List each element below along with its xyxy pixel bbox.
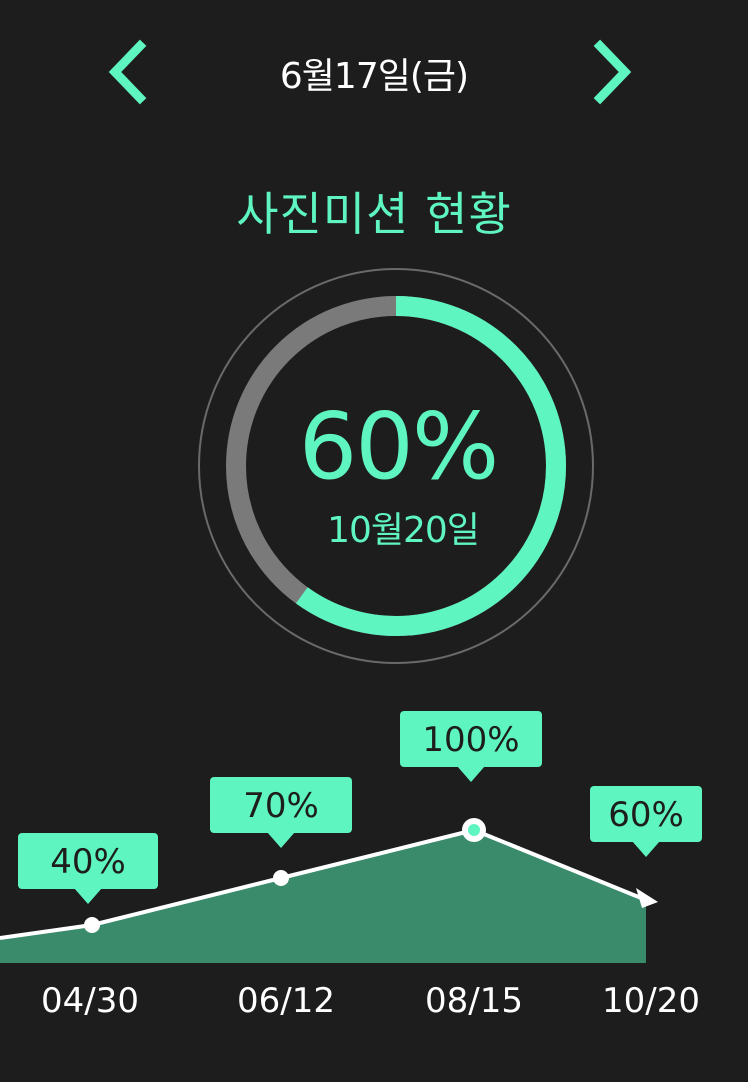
value-label: 40% xyxy=(50,842,126,882)
date-title: 6월17일(금) xyxy=(279,56,469,97)
progress-history-chart: 40% 70% 100% 60% 04/30 06/12 08/15 10/20 xyxy=(0,700,748,1078)
prev-date-button[interactable] xyxy=(95,38,165,108)
chart-point xyxy=(84,917,100,933)
x-tick-label: 06/12 xyxy=(237,981,335,1021)
chevron-right-icon xyxy=(593,39,632,105)
section-title: 사진미션 현황 xyxy=(236,187,512,241)
value-tooltip-pointer xyxy=(267,832,295,848)
ring-outer-outline xyxy=(198,268,594,664)
value-label: 100% xyxy=(422,720,519,760)
area-chart-svg: 40% 70% 100% 60% 04/30 06/12 08/15 10/20 xyxy=(0,711,702,1021)
progress-ring xyxy=(198,268,594,664)
chevron-left-icon xyxy=(108,39,147,105)
date-header: 6월17일(금) xyxy=(0,0,748,160)
next-date-button[interactable] xyxy=(570,38,640,108)
value-tooltip-pointer xyxy=(457,766,485,782)
value-label: 70% xyxy=(243,786,319,826)
value-label: 60% xyxy=(608,795,684,835)
chart-point xyxy=(273,870,289,886)
progress-date: 10월20일 xyxy=(327,510,480,551)
x-tick-label: 04/30 xyxy=(41,981,139,1021)
value-tooltip-pointer xyxy=(632,841,660,857)
x-tick-label: 10/20 xyxy=(602,981,700,1021)
x-tick-label: 08/15 xyxy=(425,981,523,1021)
chart-point-highlight xyxy=(468,824,480,836)
value-tooltip-pointer xyxy=(74,888,102,904)
